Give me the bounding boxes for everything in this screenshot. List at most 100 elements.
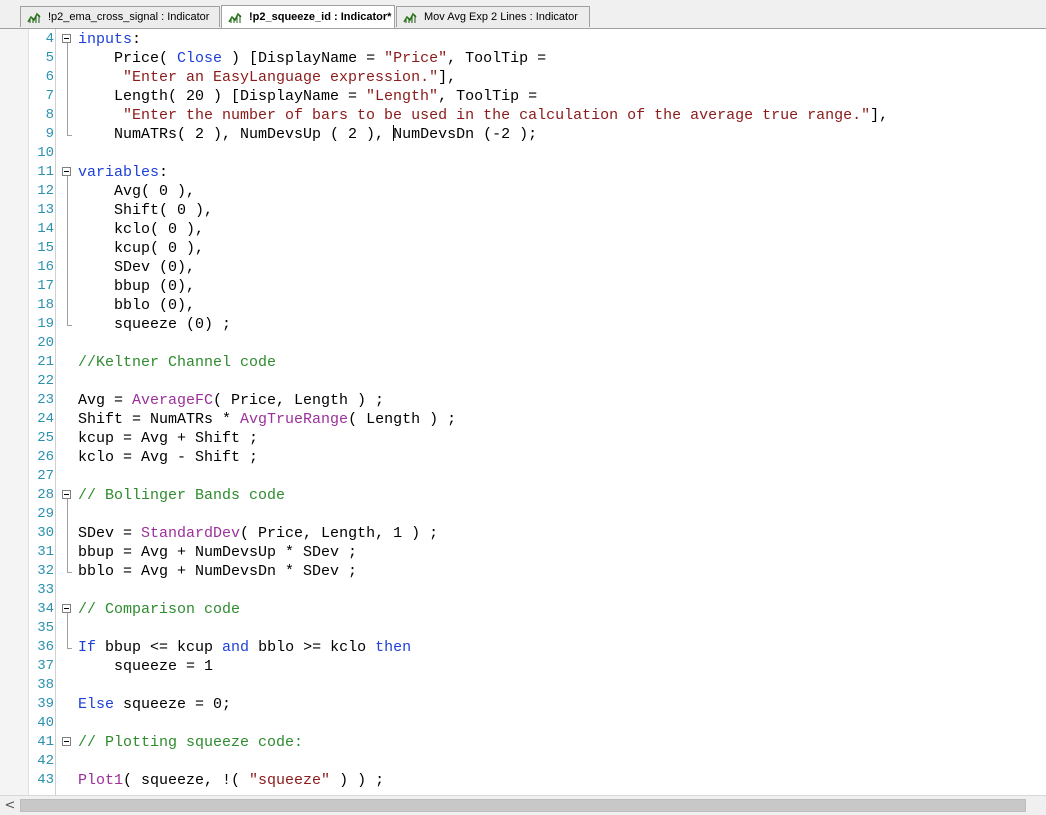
code-text: SDev (0),	[78, 258, 195, 277]
code-text: kcup( 0 ),	[78, 239, 204, 258]
fold-guide	[67, 176, 68, 325]
fold-guide	[67, 499, 68, 572]
code-line[interactable]: 7 Length( 20 ) [DisplayName = "Length", …	[0, 87, 1046, 106]
code-line[interactable]: 11 variables:	[0, 163, 1046, 182]
keyword-token: then	[375, 639, 412, 656]
indicator-chart-icon	[403, 11, 419, 24]
code-line[interactable]: 32 bblo = Avg + NumDevsDn * SDev ;	[0, 562, 1046, 581]
horizontal-scrollbar[interactable]: <	[0, 795, 1046, 815]
line-number: 7	[45, 88, 54, 104]
code-token: ( Price, Length, 1 ) ;	[240, 525, 439, 542]
code-line[interactable]: 31 bbup = Avg + NumDevsUp * SDev ;	[0, 543, 1046, 562]
scrollbar-thumb[interactable]	[20, 799, 1026, 812]
fold-guide	[67, 43, 68, 135]
code-line[interactable]: 36 If bbup <= kcup and bblo >= kclo then	[0, 638, 1046, 657]
code-line[interactable]: 20	[0, 334, 1046, 353]
code-line[interactable]: 40	[0, 714, 1046, 733]
code-line[interactable]: 39 Else squeeze = 0;	[0, 695, 1046, 714]
fold-collapse-icon[interactable]	[62, 737, 71, 746]
code-line[interactable]: 19 squeeze (0) ;	[0, 315, 1046, 334]
tab-squeeze-id[interactable]: !p2_squeeze_id : Indicator *	[221, 5, 395, 28]
function-token: AverageFC	[132, 392, 214, 409]
code-line[interactable]: 34 // Comparison code	[0, 600, 1046, 619]
tab-ema-cross-signal[interactable]: !p2_ema_cross_signal : Indicator	[20, 6, 220, 27]
code-token: :	[132, 31, 142, 48]
code-line[interactable]: 27	[0, 467, 1046, 486]
fold-collapse-icon[interactable]	[62, 167, 71, 176]
code-line[interactable]: 6 "Enter an EasyLanguage expression."],	[0, 68, 1046, 87]
line-number: 6	[45, 69, 54, 85]
line-number: 41	[37, 734, 54, 750]
tab-mov-avg-exp-2-lines[interactable]: Mov Avg Exp 2 Lines : Indicator	[396, 6, 590, 27]
string-token: "Length"	[366, 88, 439, 105]
code-text: squeeze (0) ;	[78, 315, 231, 334]
code-text: squeeze = 1	[78, 657, 213, 676]
code-text: kclo = Avg - Shift ;	[78, 448, 258, 467]
string-token: "Enter an EasyLanguage expression."	[123, 69, 439, 86]
code-token: bbup (0),	[78, 278, 196, 295]
fold-collapse-icon[interactable]	[62, 34, 71, 43]
code-text: // Bollinger Bands code	[78, 486, 285, 505]
code-text: kclo( 0 ),	[78, 220, 204, 239]
fold-collapse-icon[interactable]	[62, 490, 71, 499]
code-token: Shift = NumATRs *	[78, 411, 241, 428]
code-line[interactable]: 9 NumATRs( 2 ), NumDevsUp ( 2 ), NumDevs…	[0, 125, 1046, 144]
code-line[interactable]: 16 SDev (0),	[0, 258, 1046, 277]
code-line[interactable]: 42	[0, 752, 1046, 771]
code-line[interactable]: 35	[0, 619, 1046, 638]
code-token: Price(	[78, 50, 178, 67]
line-number: 8	[45, 107, 54, 123]
code-line[interactable]: 15 kcup( 0 ),	[0, 239, 1046, 258]
comment-token: // Bollinger Bands code	[78, 487, 286, 504]
code-line[interactable]: 5 Price( Close ) [DisplayName = "Price",…	[0, 49, 1046, 68]
code-line[interactable]: 23 Avg = AverageFC( Price, Length ) ;	[0, 391, 1046, 410]
code-line[interactable]: 33	[0, 581, 1046, 600]
code-line[interactable]: 41 // Plotting squeeze code:	[0, 733, 1046, 752]
code-line[interactable]: 14 kclo( 0 ),	[0, 220, 1046, 239]
code-line[interactable]: 22	[0, 372, 1046, 391]
code-text: Length( 20 ) [DisplayName = "Length", To…	[78, 87, 537, 106]
code-line[interactable]: 43 Plot1( squeeze, !( "squeeze" ) ) ;	[0, 771, 1046, 790]
code-token: NumDevsDn (-2 );	[393, 126, 538, 143]
line-number: 32	[37, 563, 54, 579]
code-line[interactable]: 28 // Bollinger Bands code	[0, 486, 1046, 505]
line-number: 13	[37, 202, 54, 218]
comment-token: //Keltner Channel code	[78, 354, 277, 371]
fold-guide	[67, 613, 68, 648]
code-line[interactable]: 8 "Enter the number of bars to be used i…	[0, 106, 1046, 125]
line-number: 34	[37, 601, 54, 617]
code-text: Price( Close ) [DisplayName = "Price", T…	[78, 49, 546, 68]
code-line[interactable]: 17 bbup (0),	[0, 277, 1046, 296]
code-line[interactable]: 37 squeeze = 1	[0, 657, 1046, 676]
code-line[interactable]: 38	[0, 676, 1046, 695]
fold-collapse-icon[interactable]	[62, 604, 71, 613]
code-token: SDev =	[78, 525, 142, 542]
code-line[interactable]: 18 bblo (0),	[0, 296, 1046, 315]
code-line[interactable]: 13 Shift( 0 ),	[0, 201, 1046, 220]
code-line[interactable]: 26 kclo = Avg - Shift ;	[0, 448, 1046, 467]
tab-label: Mov Avg Exp 2 Lines : Indicator	[424, 11, 578, 23]
code-line[interactable]: 10	[0, 144, 1046, 163]
code-line[interactable]: 25 kcup = Avg + Shift ;	[0, 429, 1046, 448]
line-number: 39	[37, 696, 54, 712]
code-line[interactable]: 4 inputs:	[0, 30, 1046, 49]
code-line[interactable]: 29	[0, 505, 1046, 524]
chevron-left-icon[interactable]: <	[2, 798, 18, 814]
code-token: ) [DisplayName =	[222, 50, 385, 67]
line-number: 10	[37, 145, 54, 161]
code-line[interactable]: 21 //Keltner Channel code	[0, 353, 1046, 372]
code-token: ],	[438, 69, 457, 86]
line-number: 38	[37, 677, 54, 693]
keyword-token: and	[222, 639, 250, 656]
code-line[interactable]: 30 SDev = StandardDev( Price, Length, 1 )…	[0, 524, 1046, 543]
string-token: "Price"	[384, 50, 448, 67]
code-text: Plot1( squeeze, !( "squeeze" ) ) ;	[78, 771, 384, 790]
code-line[interactable]: 12 Avg( 0 ),	[0, 182, 1046, 201]
code-editor[interactable]: 4 inputs: 5 Price( Close ) [DisplayName = …	[0, 29, 1046, 795]
code-line[interactable]: 24 Shift = NumATRs * AvgTrueRange( Length…	[0, 410, 1046, 429]
code-text: //Keltner Channel code	[78, 353, 276, 372]
line-number: 11	[37, 164, 54, 180]
string-token: "squeeze"	[249, 772, 331, 789]
line-number: 31	[37, 544, 54, 560]
